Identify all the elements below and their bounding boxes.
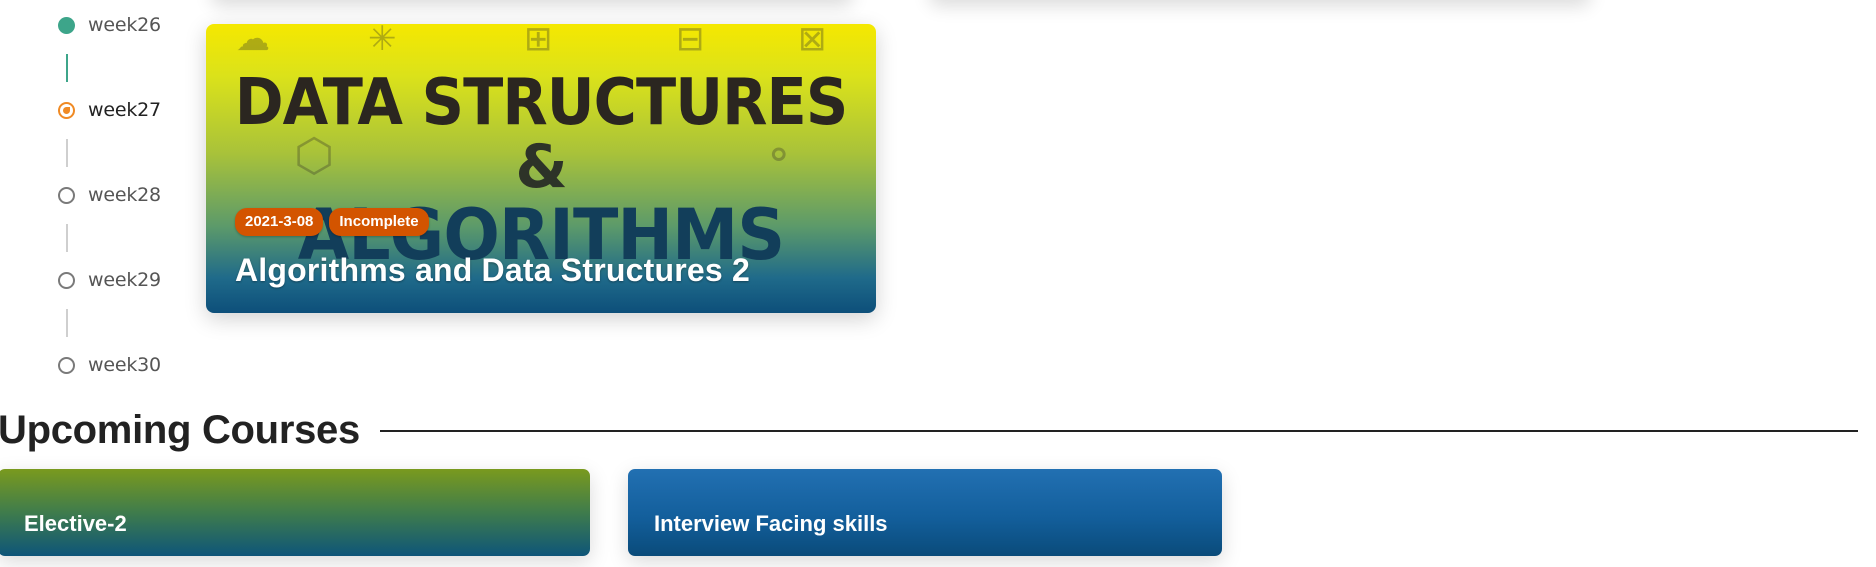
upcoming-course-title: Interview Facing skills — [654, 511, 888, 536]
timeline-item-week27[interactable]: week27 — [58, 97, 161, 123]
pending-dot-icon — [58, 356, 75, 374]
week-label: week26 — [88, 14, 161, 36]
cover-title-line: & — [515, 132, 567, 202]
pending-dot-icon — [58, 186, 75, 204]
course-card[interactable]: ☁ ✳ ⊞ ⊟ ⊠ ⬡ ⚬ DATA STRUCTURES & ALGORITH… — [206, 24, 876, 313]
completed-dot-icon — [58, 16, 75, 34]
in-progress-dot-icon — [58, 101, 75, 119]
flowchart-icon: ⊟ — [676, 24, 705, 58]
section-title: Upcoming Courses — [0, 408, 360, 452]
course-badges: 2021-3-08 Incomplete — [235, 208, 429, 236]
upcoming-course-title: Elective-2 — [24, 511, 127, 536]
timeline-connector — [66, 54, 68, 82]
status-badge: Incomplete — [329, 208, 429, 236]
week-label: week28 — [88, 184, 161, 206]
tree-diagram-icon: ⊞ — [524, 24, 553, 58]
course-title: Algorithms and Data Structures 2 — [235, 252, 750, 288]
date-badge: 2021-3-08 — [235, 208, 324, 236]
upcoming-courses-header: Upcoming Courses — [0, 408, 1858, 453]
week-label: week27 — [88, 99, 161, 121]
upcoming-course-card[interactable]: Interview Facing skills — [628, 469, 1222, 556]
timeline-connector — [66, 139, 68, 167]
week-label: week30 — [88, 354, 161, 376]
upcoming-course-card[interactable]: Elective-2 — [0, 469, 590, 556]
cover-title-line: DATA STRUCTURES — [234, 66, 849, 140]
section-divider — [379, 429, 1858, 432]
hierarchy-icon: ⊠ — [798, 24, 827, 58]
timeline-item-week30[interactable]: week30 — [58, 352, 161, 378]
network-diagram-icon: ☁ — [236, 24, 270, 58]
timeline-connector — [66, 224, 68, 252]
node-graph-icon: ✳ — [368, 24, 397, 58]
week-label: week29 — [88, 269, 161, 291]
timeline-connector — [66, 309, 68, 337]
course-timeline-page: week26 week27 week28 week29 week30 ☁ ✳ ⊞ — [0, 0, 1876, 567]
timeline-item-week26[interactable]: week26 — [58, 12, 161, 38]
pending-dot-icon — [58, 271, 75, 289]
timeline-item-week29[interactable]: week29 — [58, 267, 161, 293]
timeline-item-week28[interactable]: week28 — [58, 182, 161, 208]
